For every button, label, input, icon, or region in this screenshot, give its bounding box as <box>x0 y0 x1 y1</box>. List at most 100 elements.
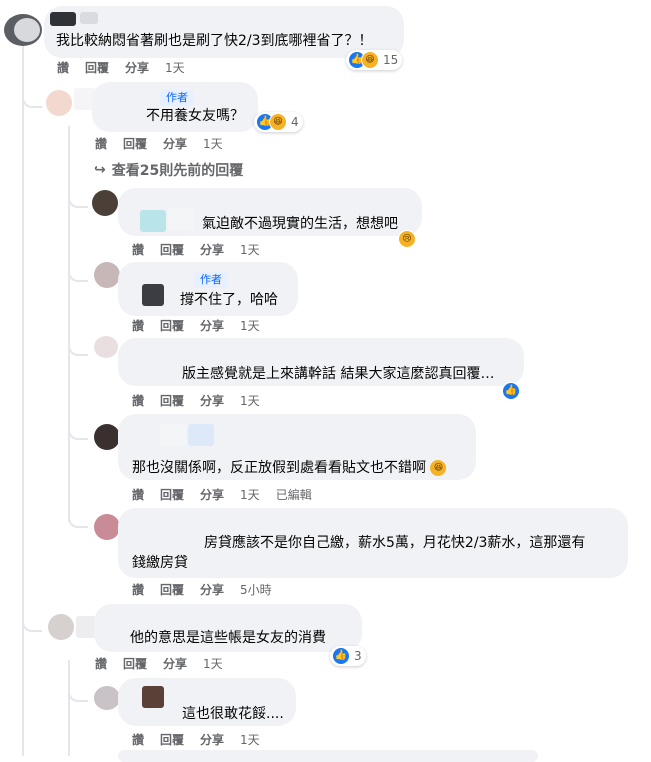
comment-text: 那也沒關係啊，反正放假到處看看貼文也不錯啊 😆 <box>132 458 447 478</box>
thread-line-nested-3 <box>68 660 70 756</box>
avatar[interactable] <box>46 90 72 116</box>
author-badge: 作者 <box>194 272 228 288</box>
timestamp[interactable]: 1天 <box>203 656 223 672</box>
comment-bubble-partial <box>118 750 538 762</box>
redacted-name <box>188 424 214 446</box>
like-reaction-icon: 👍 <box>502 382 520 400</box>
share-button[interactable]: 分享 <box>200 732 224 748</box>
reply-button[interactable]: 回覆 <box>160 242 184 258</box>
sad-reaction-icon: 😢 <box>398 230 416 248</box>
like-reaction-icon: 👍 <box>332 647 350 665</box>
like-button[interactable]: 讚 <box>132 582 144 598</box>
timestamp[interactable]: 1天 <box>240 732 260 748</box>
reply-button[interactable]: 回覆 <box>123 656 147 672</box>
like-button[interactable]: 讚 <box>132 318 144 334</box>
timestamp[interactable]: 1天 <box>240 393 260 409</box>
timestamp[interactable]: 1天 <box>165 60 185 76</box>
reply-button[interactable]: 回覆 <box>160 487 184 503</box>
view-previous-replies-label: 查看25則先前的回覆 <box>111 163 244 179</box>
thread-elbow <box>68 340 88 356</box>
thread-elbow <box>68 686 88 702</box>
avatar[interactable] <box>94 686 120 710</box>
redacted-name <box>80 12 98 24</box>
like-button[interactable]: 讚 <box>95 656 107 672</box>
thread-elbow <box>68 424 88 440</box>
thread-elbow <box>68 266 88 282</box>
thread-line-nested <box>68 126 70 226</box>
like-button[interactable]: 讚 <box>132 393 144 409</box>
timestamp[interactable]: 1天 <box>240 487 260 503</box>
comment-actions: 讚 回覆 分享 1天 <box>132 318 260 334</box>
share-button[interactable]: 分享 <box>163 656 187 672</box>
reply-button[interactable]: 回覆 <box>85 60 109 76</box>
reaction-count: 3 <box>354 649 362 663</box>
reaction-summary[interactable]: 👍 3 <box>330 646 366 666</box>
share-button[interactable]: 分享 <box>200 318 224 334</box>
redacted-name <box>140 210 166 232</box>
like-button[interactable]: 讚 <box>57 60 69 76</box>
reaction-summary[interactable]: 👍 😆 4 <box>254 112 303 132</box>
share-button[interactable]: 分享 <box>200 242 224 258</box>
comment-text: 氣迫敵不過現實的生活，想想吧 <box>202 216 398 232</box>
like-button[interactable]: 讚 <box>132 242 144 258</box>
share-button[interactable]: 分享 <box>200 487 224 503</box>
redacted-name <box>142 284 164 306</box>
comment-actions: 讚 回覆 分享 1天 已編輯 <box>132 487 312 503</box>
haha-reaction-icon: 😆 <box>361 51 379 69</box>
comment-actions: 讚 回覆 分享 1天 <box>57 60 185 76</box>
reply-button[interactable]: 回覆 <box>160 318 184 334</box>
avatar[interactable] <box>94 424 120 450</box>
reaction-summary[interactable]: 👍 <box>502 382 520 400</box>
comment-actions: 讚 回覆 分享 1天 <box>95 136 223 152</box>
timestamp[interactable]: 5小時 <box>240 582 272 598</box>
redacted-name <box>142 686 164 708</box>
reaction-count: 4 <box>291 115 299 129</box>
comment-actions: 讚 回覆 分享 5小時 <box>132 582 272 598</box>
thread-elbow <box>68 192 88 208</box>
avatar[interactable] <box>92 190 118 216</box>
comment-text: 撐不住了，哈哈 <box>180 292 278 308</box>
laughing-emoji-icon: 😆 <box>430 460 447 476</box>
avatar[interactable] <box>94 262 120 288</box>
thread-elbow <box>68 512 88 528</box>
like-button[interactable]: 讚 <box>132 732 144 748</box>
reaction-summary[interactable]: 😢 <box>398 230 416 248</box>
reply-button[interactable]: 回覆 <box>160 582 184 598</box>
thread-line-main <box>22 44 24 756</box>
avatar[interactable] <box>48 614 74 640</box>
avatar[interactable] <box>94 336 118 358</box>
comment-text-line1: 房貸應該不是你自己繳，薪水5萬，月花快2/3薪水，這那還有 <box>204 535 586 551</box>
share-button[interactable]: 分享 <box>200 582 224 598</box>
reaction-count: 15 <box>383 53 399 67</box>
timestamp[interactable]: 1天 <box>203 136 223 152</box>
comment-text: 不用養女友嗎？ <box>146 108 244 124</box>
reply-button[interactable]: 回覆 <box>160 732 184 748</box>
comment-actions: 讚 回覆 分享 1天 <box>95 656 223 672</box>
reply-button[interactable]: 回覆 <box>160 393 184 409</box>
reaction-summary[interactable]: 👍 😆 15 <box>346 50 403 70</box>
view-previous-replies-link[interactable]: ↪ 查看25則先前的回覆 <box>94 160 243 180</box>
comment-text-body: 那也沒關係啊，反正放假到處看看貼文也不錯啊 <box>132 460 426 476</box>
comment-actions: 讚 回覆 分享 1天 <box>132 732 260 748</box>
comment-text: 我比較納悶省著刷也是刷了快2/3到底哪裡省了？！ <box>56 33 373 49</box>
comment-text: 他的意思是這些帳是女友的消費 <box>130 630 326 646</box>
comment-text: 這也很敢花餒.... <box>182 706 284 722</box>
comment-text-line2: 錢繳房貸 <box>132 555 188 571</box>
share-button[interactable]: 分享 <box>125 60 149 76</box>
timestamp[interactable]: 1天 <box>240 318 260 334</box>
share-button[interactable]: 分享 <box>200 393 224 409</box>
author-badge: 作者 <box>160 90 194 106</box>
like-button[interactable]: 讚 <box>95 136 107 152</box>
avatar-overlay <box>14 18 40 42</box>
comment-actions: 讚 回覆 分享 1天 <box>132 242 260 258</box>
thread-elbow <box>22 616 42 632</box>
timestamp[interactable]: 1天 <box>240 242 260 258</box>
redacted-name <box>160 424 186 446</box>
comment-text: 版主感覺就是上來講幹話 結果大家這麼認真回覆… <box>182 366 495 382</box>
avatar[interactable] <box>94 514 120 540</box>
like-button[interactable]: 讚 <box>132 487 144 503</box>
comment-actions: 讚 回覆 分享 1天 <box>132 393 260 409</box>
share-button[interactable]: 分享 <box>163 136 187 152</box>
haha-reaction-icon: 😆 <box>269 113 287 131</box>
reply-button[interactable]: 回覆 <box>123 136 147 152</box>
